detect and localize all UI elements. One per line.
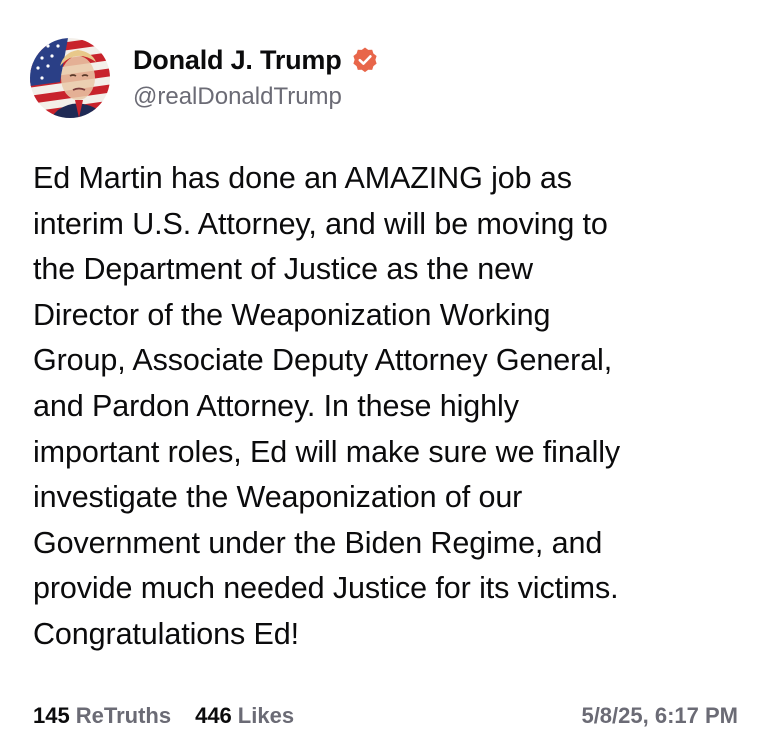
- post-header: Donald J. Trump @realDonaldTrump: [30, 38, 379, 118]
- author-name-row: Donald J. Trump: [133, 43, 379, 77]
- author-handle[interactable]: @realDonaldTrump: [133, 81, 379, 113]
- post-footer: 145 ReTruths 446 Likes 5/8/25, 6:17 PM: [33, 700, 738, 732]
- avatar-image: [30, 38, 110, 118]
- likes-count: 446: [195, 703, 232, 728]
- likes-stat[interactable]: 446 Likes: [195, 703, 294, 729]
- post-stats: 145 ReTruths 446 Likes: [33, 703, 318, 729]
- post-timestamp: 5/8/25, 6:17 PM: [581, 703, 738, 728]
- retruths-count: 145: [33, 703, 70, 728]
- retruths-label: ReTruths: [75, 703, 172, 728]
- avatar[interactable]: [30, 38, 110, 118]
- likes-label: Likes: [237, 703, 295, 728]
- verified-badge-icon: [351, 46, 379, 74]
- author-display-name[interactable]: Donald J. Trump: [133, 43, 342, 77]
- author-identity: Donald J. Trump @realDonaldTrump: [133, 43, 379, 113]
- retruths-stat[interactable]: 145 ReTruths: [33, 703, 171, 729]
- post-body-text: Ed Martin has done an AMAZING job as int…: [33, 161, 621, 651]
